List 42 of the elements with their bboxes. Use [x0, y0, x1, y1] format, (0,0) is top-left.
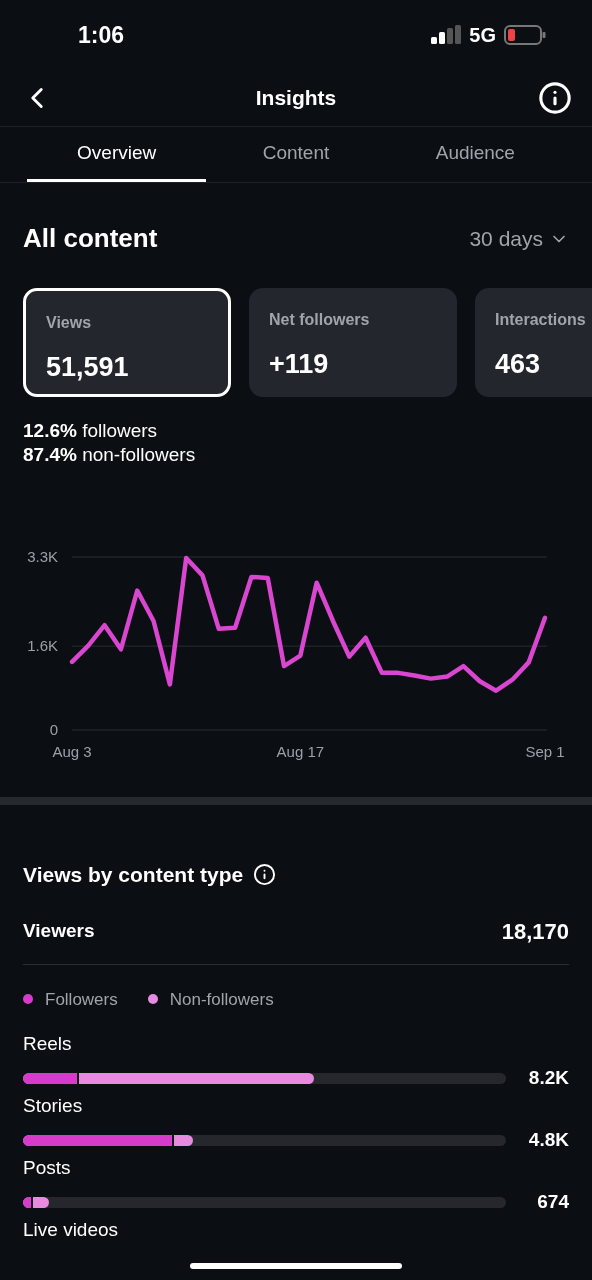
battery-icon	[504, 25, 546, 45]
metric-card[interactable]: Interactions 463	[475, 288, 592, 397]
metric-value: +119	[269, 348, 330, 381]
info-icon[interactable]	[253, 863, 277, 887]
axis-label: 1.6K	[27, 637, 58, 655]
signal-icon	[431, 25, 462, 45]
legend-label: Non-followers	[169, 988, 274, 1011]
metric-card[interactable]: Net followers +119	[249, 288, 457, 397]
page-title: Insights	[255, 85, 337, 112]
axis-label: Aug 3	[52, 743, 92, 760]
audience-split: 87.4% non-followers	[23, 443, 197, 467]
section-title: All content	[23, 222, 158, 255]
viewers-label: Viewers	[23, 918, 95, 943]
content-type-value: 4.8K	[528, 1128, 569, 1152]
status-time: 1:06	[78, 20, 125, 50]
content-type-label: Posts	[23, 1156, 72, 1180]
audience-split: 12.6% followers	[23, 419, 159, 443]
metric-value: 463	[495, 348, 542, 381]
axis-label: 0	[49, 721, 58, 738]
info-icon	[538, 81, 572, 115]
section-title: Views by content type	[23, 862, 244, 888]
network-label: 5G	[469, 23, 496, 48]
metric-label: Net followers	[269, 310, 371, 330]
tab[interactable]: Overview	[27, 127, 207, 182]
content-type-label: Stories	[23, 1094, 84, 1118]
axis-label: 3.3K	[27, 548, 58, 565]
content-type-value: 8.2K	[528, 1066, 569, 1090]
viewers-count: 18,170	[501, 917, 569, 946]
tab[interactable]: Content	[206, 127, 386, 182]
axis-label: Sep 1	[525, 743, 565, 760]
axis-label: Aug 17	[276, 743, 325, 760]
tab[interactable]: Audience	[385, 127, 565, 182]
metric-label: Interactions	[495, 310, 587, 330]
content-type-label: Reels	[23, 1032, 73, 1056]
info-button[interactable]	[538, 81, 572, 115]
legend-label: Followers	[45, 988, 118, 1011]
content-type-label: Live videos	[23, 1218, 120, 1242]
metric-value: 51,591	[46, 351, 130, 384]
period-dropdown[interactable]: 30 days	[469, 222, 569, 255]
content-type-value: 674	[537, 1190, 569, 1214]
metric-label: Views	[46, 313, 93, 333]
metric-card[interactable]: Views 51,591	[23, 288, 231, 397]
